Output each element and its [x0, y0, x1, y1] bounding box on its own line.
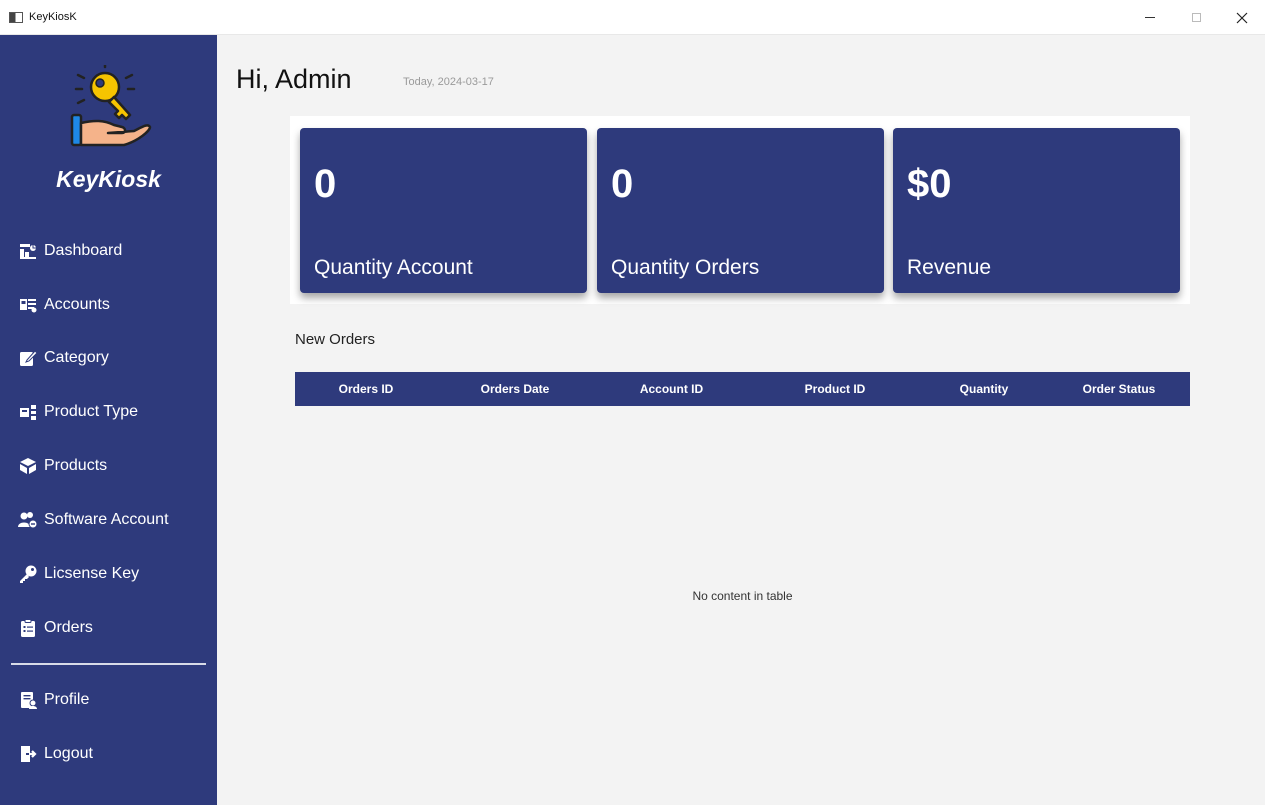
- stat-label: Revenue: [907, 256, 992, 279]
- sidebar-item-profile[interactable]: Profile: [18, 686, 89, 714]
- column-header-account-id[interactable]: Account ID: [593, 372, 750, 406]
- window-title: KeyKiosK: [29, 11, 77, 23]
- stat-value: 0: [611, 162, 634, 206]
- sidebar-item-orders[interactable]: Orders: [18, 614, 93, 642]
- sidebar-item-label: Products: [44, 457, 108, 474]
- sidebar-item-products[interactable]: Products: [18, 452, 107, 480]
- sidebar: KeyKiosk Dashboard Accounts Category Pro…: [0, 35, 217, 805]
- stat-card-orders: 0 Quantity Orders: [597, 128, 884, 293]
- sidebar-item-label: Licsense Key: [44, 565, 140, 582]
- window-titlebar: KeyKiosK: [0, 0, 1265, 35]
- edit-icon: [18, 348, 38, 368]
- close-icon: [1236, 12, 1248, 23]
- window-controls: [1127, 0, 1265, 35]
- page-greeting: Hi, Admin: [236, 64, 352, 94]
- clipboard-icon: [18, 618, 38, 638]
- sidebar-item-label: Category: [44, 349, 109, 366]
- sidebar-item-category[interactable]: Category: [18, 344, 109, 372]
- sidebar-item-label: Profile: [44, 691, 90, 708]
- column-header-product-id[interactable]: Product ID: [750, 372, 920, 406]
- sidebar-item-accounts[interactable]: Accounts: [18, 291, 110, 319]
- dashboard-icon: [18, 241, 38, 261]
- logout-icon: [18, 744, 38, 764]
- sidebar-item-product-type[interactable]: Product Type: [18, 398, 138, 426]
- stats-panel: 0 Quantity Account 0 Quantity Orders $0 …: [290, 116, 1190, 304]
- minimize-icon: [1145, 17, 1155, 18]
- users-icon: [18, 510, 38, 530]
- close-button[interactable]: [1219, 0, 1265, 35]
- sidebar-item-label: Product Type: [44, 403, 138, 420]
- sidebar-item-software-account[interactable]: Software Account: [18, 506, 169, 534]
- sidebar-divider: [11, 663, 206, 665]
- key-kiosk-logo-icon: [70, 65, 152, 147]
- maximize-button[interactable]: [1173, 0, 1219, 35]
- stat-value: 0: [314, 162, 337, 206]
- key-icon: [18, 564, 38, 584]
- sidebar-item-label: Orders: [44, 619, 93, 636]
- sidebar-item-license-key[interactable]: Licsense Key: [18, 560, 139, 588]
- app-window-icon: [9, 11, 23, 23]
- sidebar-item-label: Software Account: [44, 511, 169, 528]
- stat-label: Quantity Account: [314, 256, 473, 279]
- product-type-icon: [18, 402, 38, 422]
- sidebar-item-logout[interactable]: Logout: [18, 740, 93, 768]
- column-header-order-status[interactable]: Order Status: [1048, 372, 1190, 406]
- column-header-orders-date[interactable]: Orders Date: [437, 372, 593, 406]
- brand-name: KeyKiosk: [56, 166, 161, 192]
- profile-icon: [18, 690, 38, 710]
- stat-value: $0: [907, 162, 952, 206]
- today-date: Today, 2024-03-17: [403, 76, 494, 88]
- stat-label: Quantity Orders: [611, 256, 760, 279]
- main-content: Hi, Admin Today, 2024-03-17 0 Quantity A…: [217, 35, 1265, 805]
- stat-card-accounts: 0 Quantity Account: [300, 128, 587, 293]
- column-header-quantity[interactable]: Quantity: [920, 372, 1048, 406]
- box-icon: [18, 456, 38, 476]
- sidebar-item-label: Dashboard: [44, 242, 123, 259]
- accounts-icon: [18, 295, 38, 315]
- sidebar-item-dashboard[interactable]: Dashboard: [18, 237, 122, 265]
- table-empty-message: No content in table: [692, 589, 793, 603]
- stat-card-revenue: $0 Revenue: [893, 128, 1180, 293]
- sidebar-item-label: Accounts: [44, 296, 110, 313]
- new-orders-title: New Orders: [295, 331, 376, 348]
- sidebar-item-label: Logout: [44, 745, 93, 762]
- minimize-button[interactable]: [1127, 0, 1173, 35]
- orders-table-header: Orders ID Orders Date Account ID Product…: [295, 372, 1190, 406]
- column-header-orders-id[interactable]: Orders ID: [295, 372, 437, 406]
- maximize-icon: [1191, 13, 1201, 22]
